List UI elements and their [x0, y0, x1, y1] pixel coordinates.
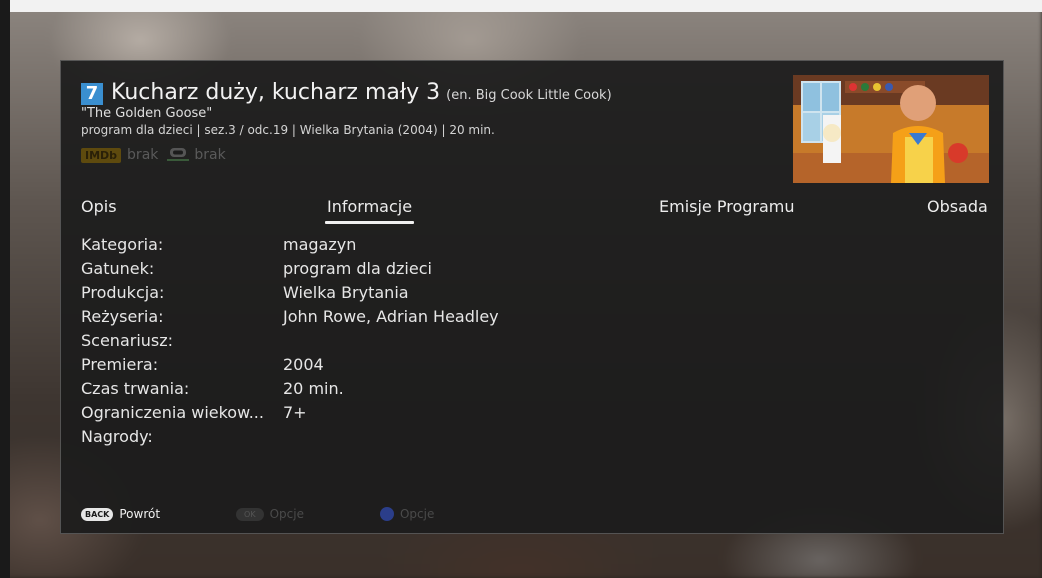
ok-options-label[interactable]: Opcje — [270, 507, 304, 521]
back-key-icon[interactable]: BACK — [81, 507, 114, 521]
program-thumbnail — [793, 75, 989, 183]
info-row-genre: Gatunek: program dla dzieci — [81, 257, 499, 281]
info-row-awards: Nagrody: — [81, 425, 499, 449]
info-value: magazyn — [283, 235, 357, 254]
tab-emisje-programu[interactable]: Emisje Programu — [659, 197, 795, 216]
program-header: 7 Kucharz duży, kucharz mały 3 (en. Big … — [81, 79, 612, 163]
info-row-category: Kategoria: magazyn — [81, 233, 499, 257]
tab-bar: Opis Informacje Emisje Programu Obsada — [61, 197, 1005, 227]
info-row-premiere: Premiera: 2004 — [81, 353, 499, 377]
ratings-row: IMDb brak brak — [81, 147, 612, 163]
imdb-rating: brak — [127, 147, 159, 163]
program-details-panel: 7 Kucharz duży, kucharz mały 3 (en. Big … — [60, 60, 1004, 534]
program-meta: program dla dzieci | sez.3 / odc.19 | Wi… — [81, 123, 495, 137]
tab-opis[interactable]: Opis — [81, 197, 117, 216]
info-value: program dla dzieci — [283, 259, 432, 278]
blue-options-label[interactable]: Opcje — [400, 507, 434, 521]
filmweb-rating: brak — [194, 147, 226, 163]
info-value: 2004 — [283, 355, 324, 374]
info-row-screenplay: Scenariusz: — [81, 329, 499, 353]
info-row-age-rating: Ograniczenia wiekow... 7+ — [81, 401, 499, 425]
channel-number-badge: 7 — [81, 83, 103, 105]
info-row-director: Reżyseria: John Rowe, Adrian Headley — [81, 305, 499, 329]
info-label: Nagrody: — [81, 427, 153, 446]
tab-informacje[interactable]: Informacje — [324, 197, 415, 224]
info-label: Czas trwania: — [81, 379, 190, 398]
back-label[interactable]: Powrót — [119, 507, 160, 521]
info-label: Kategoria: — [81, 235, 164, 254]
episode-title: "The Golden Goose" — [81, 106, 213, 121]
left-frame — [0, 0, 10, 578]
tab-obsada[interactable]: Obsada — [927, 197, 988, 216]
info-value: 20 min. — [283, 379, 344, 398]
info-label: Scenariusz: — [81, 331, 174, 350]
info-value: 7+ — [283, 403, 307, 422]
info-label: Gatunek: — [81, 259, 155, 278]
imdb-logo: IMDb — [81, 147, 122, 163]
info-table: Kategoria: magazyn Gatunek: program dla … — [81, 233, 499, 449]
top-frame — [0, 0, 1042, 12]
blue-button-icon[interactable] — [379, 507, 394, 521]
program-title: Kucharz duży, kucharz mały 3 — [111, 79, 441, 105]
ok-key-icon[interactable]: OK — [236, 507, 264, 521]
program-title-en: (en. Big Cook Little Cook) — [446, 87, 612, 103]
info-row-duration: Czas trwania: 20 min. — [81, 377, 499, 401]
footer-hints: BACK Powrót OK Opcje Opcje — [81, 507, 434, 521]
title-row: 7 Kucharz duży, kucharz mały 3 (en. Big … — [81, 79, 612, 105]
info-label: Produkcja: — [81, 283, 165, 302]
info-row-production: Produkcja: Wielka Brytania — [81, 281, 499, 305]
speech-bubble-icon — [167, 148, 190, 161]
info-value: Wielka Brytania — [283, 283, 409, 302]
info-label: Ograniczenia wiekow... — [81, 403, 264, 422]
info-value: John Rowe, Adrian Headley — [283, 307, 499, 326]
info-label: Reżyseria: — [81, 307, 164, 326]
info-label: Premiera: — [81, 355, 159, 374]
